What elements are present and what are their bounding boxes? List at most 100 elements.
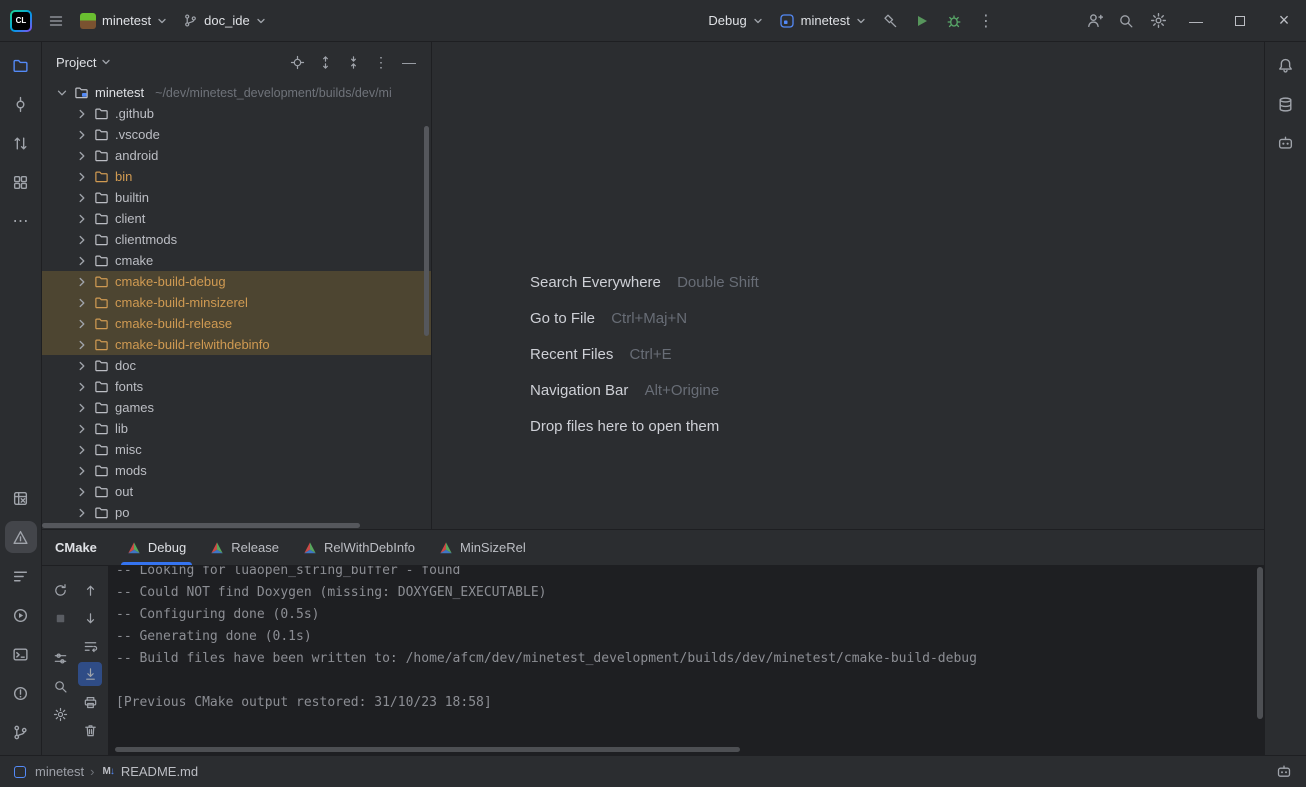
- cmake-tab[interactable]: Release: [198, 530, 291, 565]
- close-button[interactable]: ×: [1262, 0, 1306, 41]
- tree-item[interactable]: misc: [42, 439, 431, 460]
- tree-item[interactable]: android: [42, 145, 431, 166]
- debug-button[interactable]: [938, 5, 970, 37]
- panel-options-button[interactable]: ⋮: [369, 50, 393, 74]
- tree-item[interactable]: doc: [42, 355, 431, 376]
- folder-icon: [94, 253, 109, 268]
- maximize-button[interactable]: [1218, 0, 1262, 41]
- run-button[interactable]: [906, 5, 938, 37]
- version-control-tool-button[interactable]: [5, 716, 37, 748]
- cmake-tab[interactable]: Debug: [115, 530, 198, 565]
- scroll-to-end-button[interactable]: [78, 662, 102, 686]
- chevron-right-icon[interactable]: [74, 232, 90, 248]
- project-panel-menu[interactable]: Project: [56, 55, 111, 70]
- collapse-all-button[interactable]: [341, 50, 365, 74]
- problems-tool-button[interactable]: [5, 677, 37, 709]
- commit-tool-button[interactable]: [5, 88, 37, 120]
- more-tools-button[interactable]: ⋯: [5, 205, 37, 237]
- chevron-right-icon[interactable]: [74, 316, 90, 332]
- tree-item[interactable]: cmake-build-relwithdebinfo: [42, 334, 431, 355]
- tree-item[interactable]: fonts: [42, 376, 431, 397]
- chevron-right-icon[interactable]: [74, 253, 90, 269]
- previous-output-button[interactable]: [78, 578, 102, 602]
- tree-item[interactable]: cmake-build-debug: [42, 271, 431, 292]
- chevron-right-icon[interactable]: [74, 505, 90, 521]
- settings-button[interactable]: [1142, 5, 1174, 37]
- chevron-right-icon[interactable]: [74, 442, 90, 458]
- next-output-button[interactable]: [78, 606, 102, 630]
- chevron-right-icon[interactable]: [74, 463, 90, 479]
- chevron-right-icon[interactable]: [74, 400, 90, 416]
- chevron-right-icon[interactable]: [74, 169, 90, 185]
- chevron-right-icon[interactable]: [74, 148, 90, 164]
- console-scrollbar-horizontal[interactable]: [115, 747, 740, 752]
- chevron-right-icon[interactable]: [74, 484, 90, 500]
- terminal-tool-button[interactable]: [5, 638, 37, 670]
- main-menu-button[interactable]: [40, 5, 72, 37]
- code-with-me-button[interactable]: [1078, 5, 1110, 37]
- ai-assistant-button[interactable]: [1270, 127, 1302, 159]
- vcs-widget[interactable]: doc_ide: [175, 8, 274, 33]
- tree-item[interactable]: bin: [42, 166, 431, 187]
- chevron-right-icon[interactable]: [74, 211, 90, 227]
- chevron-right-icon[interactable]: [74, 127, 90, 143]
- tree-item[interactable]: clientmods: [42, 229, 431, 250]
- cmake-tool-button[interactable]: [5, 521, 37, 553]
- chevron-right-icon[interactable]: [74, 358, 90, 374]
- breadcrumb-project[interactable]: minetest: [35, 764, 84, 779]
- reload-cmake-button[interactable]: [48, 578, 72, 602]
- clear-all-button[interactable]: [78, 718, 102, 742]
- select-opened-file-button[interactable]: [285, 50, 309, 74]
- project-scrollbar-horizontal[interactable]: [42, 523, 360, 528]
- stop-button[interactable]: [48, 606, 72, 630]
- structure-tool-button[interactable]: [5, 166, 37, 198]
- notifications-button[interactable]: [1270, 49, 1302, 81]
- tree-item[interactable]: po: [42, 502, 431, 523]
- tree-item[interactable]: out: [42, 481, 431, 502]
- project-tool-button[interactable]: [5, 49, 37, 81]
- project-scrollbar-vertical[interactable]: [424, 126, 429, 336]
- expand-all-button[interactable]: [313, 50, 337, 74]
- hide-panel-button[interactable]: —: [397, 50, 421, 74]
- cmake-tab[interactable]: MinSizeRel: [427, 530, 538, 565]
- console-scrollbar-vertical[interactable]: [1257, 567, 1263, 719]
- tree-root[interactable]: minetest ~/dev/minetest_development/buil…: [42, 82, 431, 103]
- csv-tool-button[interactable]: [5, 482, 37, 514]
- database-tool-button[interactable]: [1270, 88, 1302, 120]
- soft-wrap-button[interactable]: [78, 634, 102, 658]
- tree-item[interactable]: .github: [42, 103, 431, 124]
- project-widget[interactable]: minetest: [72, 8, 175, 34]
- build-tool-settings-button[interactable]: [48, 646, 72, 670]
- tree-item[interactable]: .vscode: [42, 124, 431, 145]
- tree-item[interactable]: builtin: [42, 187, 431, 208]
- cmake-settings-button[interactable]: [48, 702, 72, 726]
- chevron-right-icon[interactable]: [74, 106, 90, 122]
- tree-item[interactable]: cmake-build-release: [42, 313, 431, 334]
- chevron-right-icon[interactable]: [74, 379, 90, 395]
- pull-requests-tool-button[interactable]: [5, 127, 37, 159]
- tree-item[interactable]: lib: [42, 418, 431, 439]
- print-output-button[interactable]: [78, 690, 102, 714]
- tree-item[interactable]: games: [42, 397, 431, 418]
- build-button[interactable]: [874, 5, 906, 37]
- search-everywhere-button[interactable]: [1110, 5, 1142, 37]
- chevron-right-icon[interactable]: [74, 274, 90, 290]
- tree-item[interactable]: cmake: [42, 250, 431, 271]
- cmake-tab[interactable]: RelWithDebInfo: [291, 530, 427, 565]
- chevron-right-icon[interactable]: [74, 421, 90, 437]
- breadcrumb-file[interactable]: README.md: [121, 764, 198, 779]
- chevron-right-icon[interactable]: [74, 337, 90, 353]
- ai-status-button[interactable]: [1272, 760, 1296, 784]
- minimize-button[interactable]: —: [1174, 0, 1218, 41]
- todo-tool-button[interactable]: [5, 560, 37, 592]
- chevron-right-icon[interactable]: [74, 190, 90, 206]
- tree-item[interactable]: cmake-build-minsizerel: [42, 292, 431, 313]
- more-actions-button[interactable]: ⋮: [970, 5, 1002, 37]
- run-mode-selector[interactable]: Debug: [700, 8, 770, 33]
- tree-item[interactable]: client: [42, 208, 431, 229]
- run-config-selector[interactable]: minetest: [771, 8, 874, 34]
- find-in-output-button[interactable]: [48, 674, 72, 698]
- chevron-right-icon[interactable]: [74, 295, 90, 311]
- tree-item[interactable]: mods: [42, 460, 431, 481]
- run-tool-button[interactable]: [5, 599, 37, 631]
